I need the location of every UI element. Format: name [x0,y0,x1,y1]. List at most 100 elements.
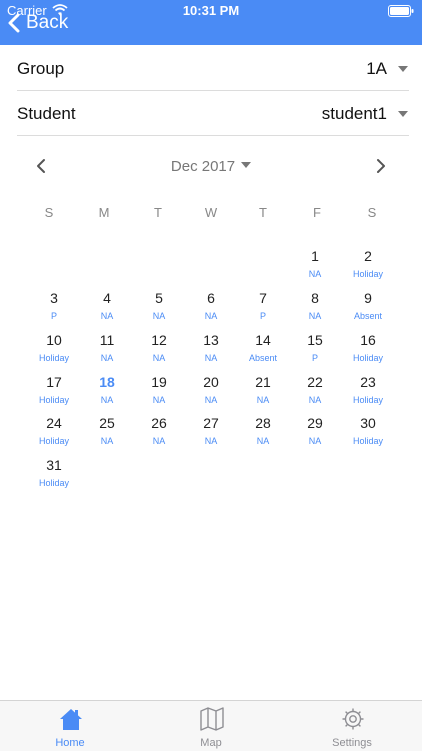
attendance-status: NA [256,436,270,446]
day-number: 24 [46,415,62,431]
next-month-button[interactable] [370,156,390,176]
chevron-left-icon [8,13,20,33]
day-number: 27 [203,415,219,431]
calendar-day[interactable]: 28 NA [241,414,285,447]
day-number: 21 [255,374,271,390]
calendar-day[interactable]: 26 NA [137,414,181,447]
calendar-day[interactable]: 16 Holiday [346,331,390,364]
calendar-day[interactable]: 2 Holiday [346,247,390,280]
tab-settings-label: Settings [332,737,372,749]
caret-down-icon [241,162,252,168]
student-value: student1 [321,104,387,123]
attendance-status: P [311,353,318,363]
day-number: 8 [311,290,319,306]
day-number: 28 [255,415,271,431]
calendar-day[interactable]: 23 Holiday [346,373,390,406]
calendar-day[interactable]: 30 Holiday [346,414,390,447]
calendar-day[interactable]: 24 Holiday [32,414,76,447]
calendar-day[interactable]: 5 NA [137,289,181,322]
calendar-day[interactable]: 15 P [293,331,337,364]
attendance-status: NA [100,436,114,446]
tab-bar: Home Map Settings [0,700,422,751]
calendar-day[interactable]: 22 NA [293,373,337,406]
calendar-day[interactable]: 20 NA [189,373,233,406]
student-select[interactable]: Student student1 [17,91,409,136]
group-value: 1A [366,59,387,78]
day-number: 4 [103,290,111,306]
calendar-day[interactable]: 11 NA [85,331,129,364]
attendance-status: NA [100,311,114,321]
day-number: 2 [364,248,372,264]
attendance-status: NA [100,353,114,363]
attendance-status: Holiday [38,436,69,446]
calendar-day[interactable]: 10 Holiday [32,331,76,364]
day-number: 12 [151,332,167,348]
weekday-label: S [44,205,54,220]
weekday-label: M [98,205,110,220]
caret-down-icon [398,66,408,72]
calendar-day[interactable]: 3P [32,289,76,322]
attendance-status: Holiday [352,353,383,363]
map-icon [200,707,224,731]
attendance-status: NA [204,353,218,363]
app-header: Carrier 10:31 PM Back [0,0,422,45]
tab-settings[interactable]: Settings [282,701,422,751]
calendar-day[interactable]: 19 NA [137,373,181,406]
calendar-day[interactable]: 13 NA [189,331,233,364]
day-number: 30 [360,415,376,431]
calendar-day[interactable]: 14 Absent [241,331,285,364]
day-number: 17 [46,374,62,390]
day-number: 6 [207,290,215,306]
day-number: 11 [99,332,115,348]
calendar-day[interactable]: 21 NA [241,373,285,406]
calendar-day[interactable]: 27 NA [189,414,233,447]
attendance-status: Absent [353,311,383,321]
tab-home-label: Home [55,737,85,749]
weekday-label: F [313,205,321,220]
calendar-day[interactable]: 17 Holiday [32,373,76,406]
day-number: 18 [99,374,115,390]
calendar-day[interactable]: 8 NA [293,289,337,322]
calendar-day[interactable]: 9 Absent [346,289,390,322]
month-title[interactable]: Dec 2017 [0,158,422,175]
calendar-day[interactable]: 7P [241,289,285,322]
tab-home[interactable]: Home [0,701,140,751]
month-label: Dec 2017 [170,158,236,175]
day-number: 10 [46,332,62,348]
weekday-label: T [259,205,267,220]
calendar-day[interactable]: 29 NA [293,414,337,447]
day-number: 22 [307,374,323,390]
calendar-day[interactable]: 12 NA [137,331,181,364]
calendar-day[interactable]: 1 NA [293,247,337,280]
attendance-status: NA [308,436,322,446]
gear-icon [342,708,364,730]
day-number: 1 [311,248,319,264]
calendar-day[interactable]: 31 Holiday [32,456,76,489]
weekday-label: T [154,205,162,220]
attendance-status: NA [256,395,270,405]
attendance-status: NA [308,269,322,279]
day-number: 3 [50,290,58,306]
attendance-status: NA [152,395,166,405]
calendar-day[interactable]: 4 NA [85,289,129,322]
month-nav: Dec 2017 [0,150,422,184]
student-label: Student [17,104,76,123]
tab-map[interactable]: Map [141,701,281,751]
attendance-status: Holiday [352,395,383,405]
back-button[interactable]: Back [8,11,68,35]
calendar-day[interactable]: 25 NA [85,414,129,447]
attendance-status: NA [204,311,218,321]
day-number: 13 [203,332,219,348]
attendance-status: Absent [248,353,278,363]
home-icon [60,709,82,730]
group-select[interactable]: Group 1A [17,46,409,91]
day-number: 20 [203,374,219,390]
day-number: 7 [259,290,267,306]
day-number: 25 [99,415,115,431]
day-number: 15 [307,332,323,348]
calendar-day[interactable]: 6 NA [189,289,233,322]
calendar-day[interactable]: 18 NA [85,373,129,406]
tab-map-label: Map [200,737,222,749]
attendance-status: NA [308,311,322,321]
day-number: 31 [46,457,62,473]
